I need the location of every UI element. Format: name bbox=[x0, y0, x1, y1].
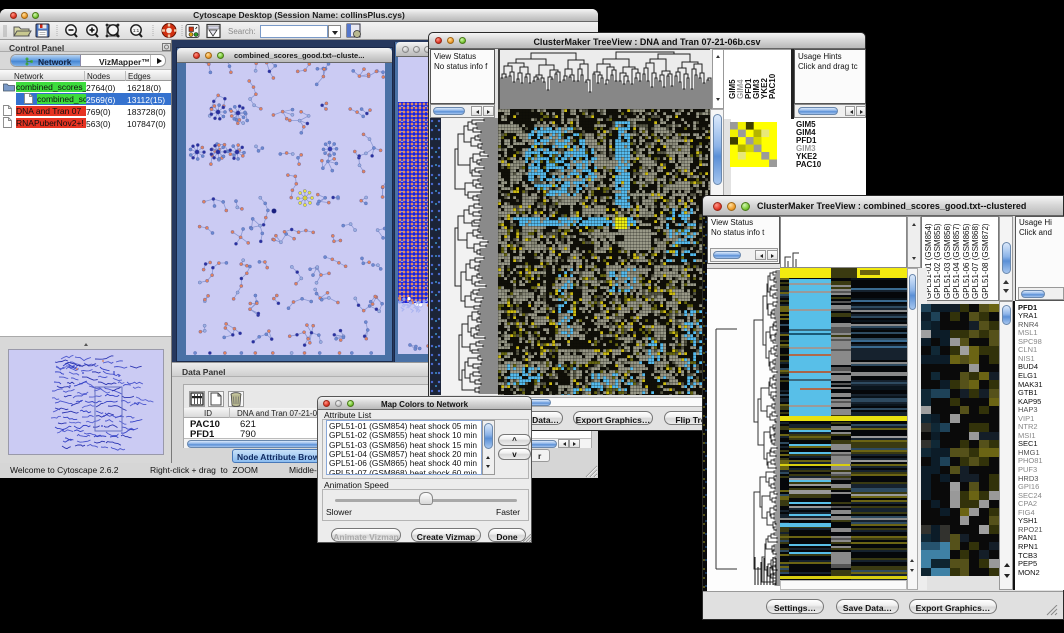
svg-text:1:1: 1:1 bbox=[133, 28, 140, 33]
